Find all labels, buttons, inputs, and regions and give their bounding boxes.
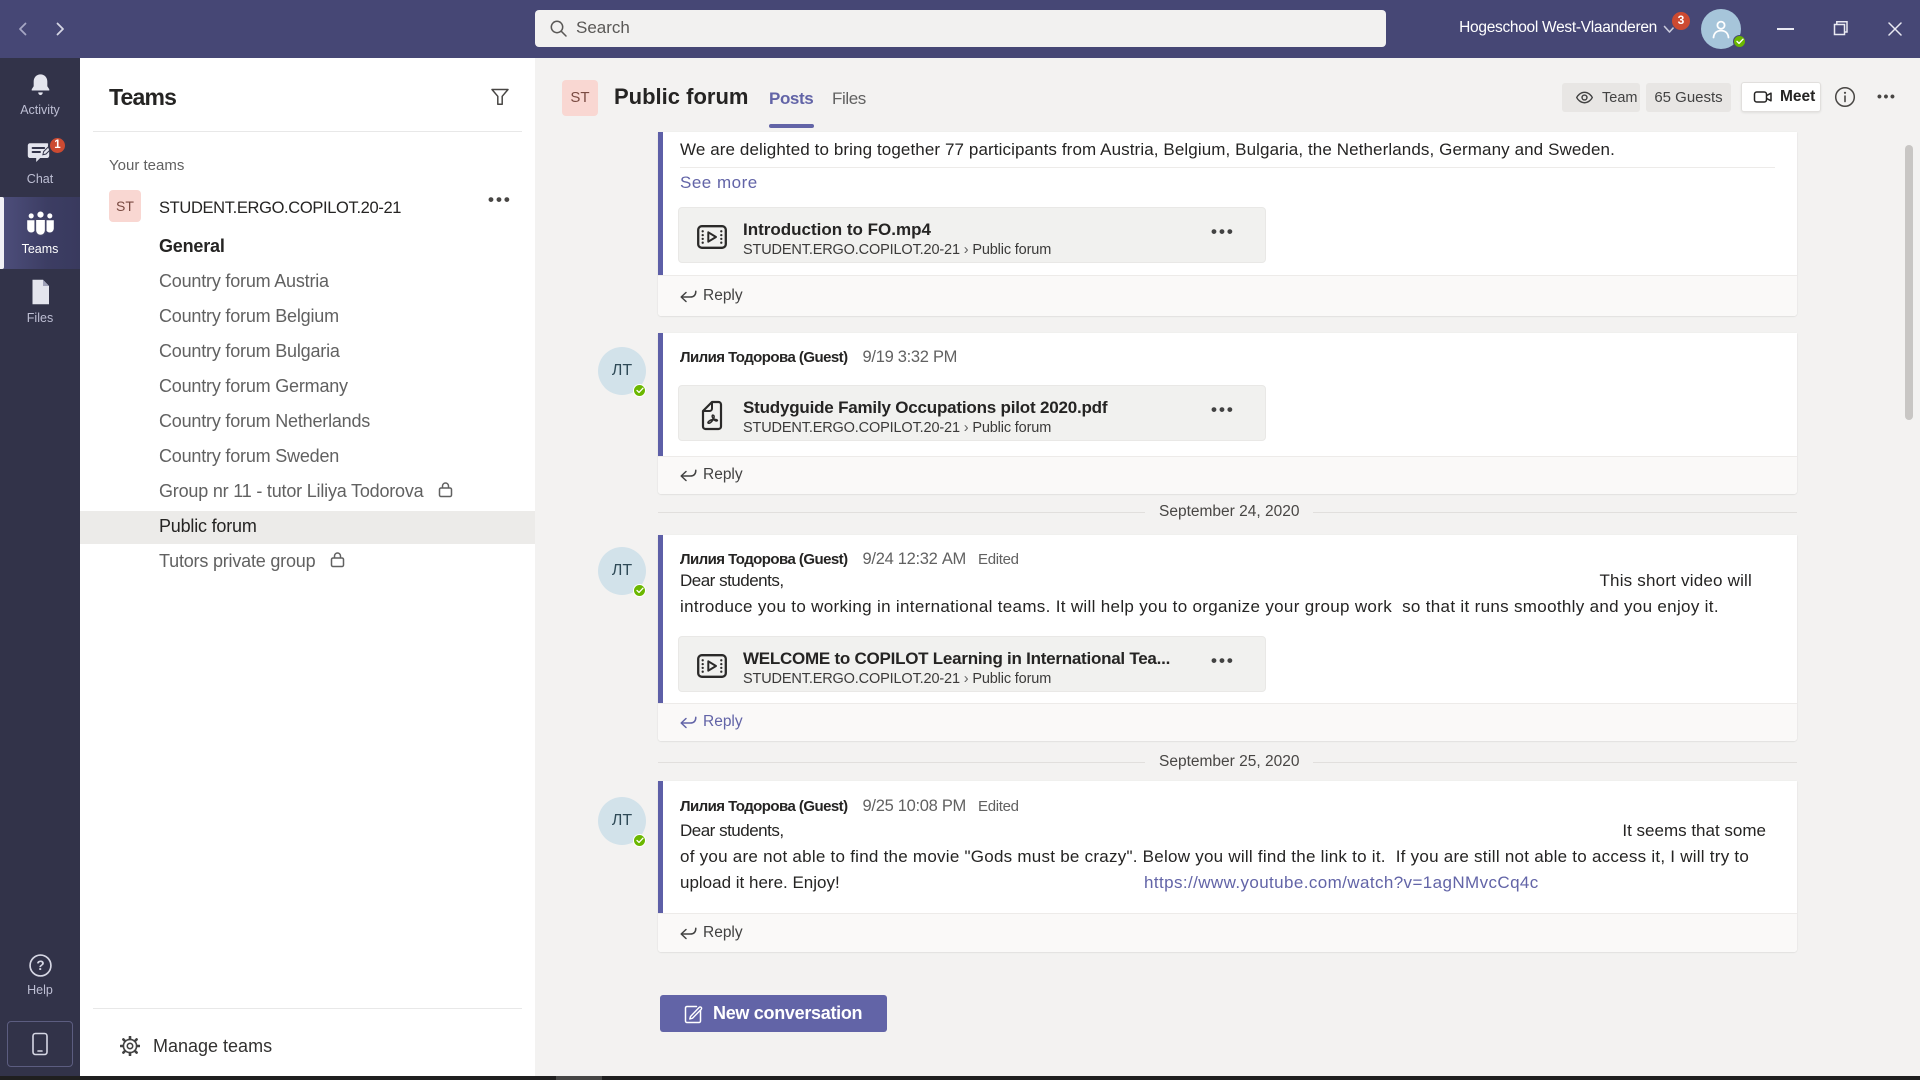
svg-text:?: ? (36, 958, 44, 973)
